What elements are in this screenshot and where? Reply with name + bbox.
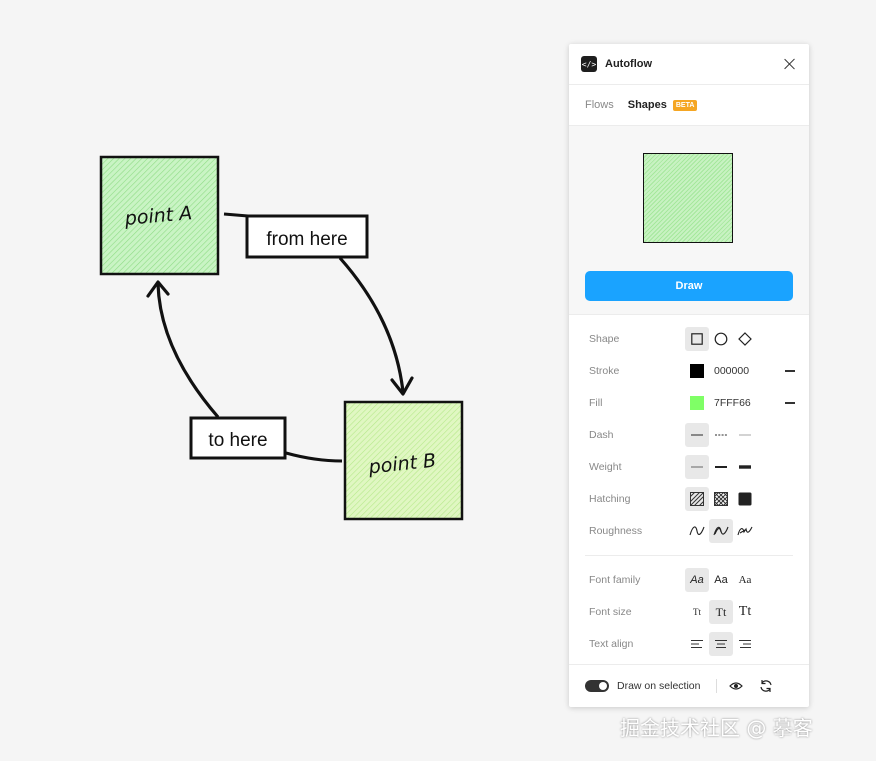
draw-button[interactable]: Draw <box>585 271 793 301</box>
circle-icon[interactable] <box>709 327 733 351</box>
shape-row: Shape <box>569 323 809 355</box>
align-right-icon[interactable] <box>733 632 757 656</box>
rough-medium-icon[interactable] <box>709 519 733 543</box>
diamond-icon[interactable] <box>733 327 757 351</box>
fill-color-swatch[interactable] <box>690 396 704 410</box>
text-align-row: Text align <box>569 628 809 660</box>
draw-on-selection-toggle[interactable] <box>585 680 609 692</box>
watermark-text: 掘金技术社区 @ 摹客 <box>620 716 813 740</box>
panel-header: </> Autoflow <box>569 44 809 85</box>
font-serif-option[interactable]: Aa <box>733 568 757 592</box>
panel-footer: Draw on selection <box>569 664 809 707</box>
node-point-a[interactable]: point A <box>99 155 220 276</box>
tab-flows[interactable]: Flows <box>585 99 614 111</box>
remove-fill-icon[interactable] <box>785 402 795 404</box>
weight-row: Weight <box>569 451 809 483</box>
eye-icon[interactable] <box>729 681 744 691</box>
shape-properties: Shape Stroke 000000 Fill 7FFF66 Dash Wei… <box>569 315 809 660</box>
font-sans-option[interactable]: Aa <box>709 568 733 592</box>
stroke-row: Stroke 000000 <box>569 355 809 387</box>
footer-divider <box>716 679 718 693</box>
hatching-label: Hatching <box>589 493 631 505</box>
solid-line-icon[interactable] <box>685 423 709 447</box>
tab-shapes[interactable]: Shapes <box>628 99 667 111</box>
tab-bar: Flows Shapes BETA <box>569 85 809 126</box>
medium-line-icon[interactable] <box>709 455 733 479</box>
dashed-line-icon[interactable] <box>709 423 733 447</box>
text-align-label: Text align <box>589 638 634 650</box>
font-size-label: Font size <box>589 606 632 618</box>
edge-b-to-a[interactable]: to here <box>146 280 343 463</box>
font-size-row: Font size Tt Tt Tt <box>569 596 809 628</box>
fill-hex-value[interactable]: 7FFF66 <box>714 397 774 409</box>
draw-on-selection-label: Draw on selection <box>617 680 701 692</box>
preview-shape <box>643 153 733 243</box>
cross-hatch-icon[interactable] <box>709 487 733 511</box>
stroke-label: Stroke <box>589 365 620 377</box>
edge-1-label: from here <box>266 229 347 250</box>
stroke-color-swatch[interactable] <box>690 364 704 378</box>
refresh-icon[interactable] <box>759 679 773 693</box>
font-family-label: Font family <box>589 574 641 586</box>
rough-low-icon[interactable] <box>685 519 709 543</box>
panel-title: Autoflow <box>605 58 653 70</box>
rough-high-icon[interactable] <box>733 519 757 543</box>
canvas[interactable]: point A point B from here to here <box>0 0 560 761</box>
font-size-large-option[interactable]: Tt <box>733 600 757 624</box>
remove-stroke-icon[interactable] <box>785 370 795 372</box>
roughness-label: Roughness <box>589 525 643 537</box>
hatch-lines-icon[interactable] <box>685 487 709 511</box>
font-family-row: Font family Aa Aa Aa <box>569 564 809 596</box>
font-size-medium-option[interactable]: Tt <box>709 600 733 624</box>
dotted-line-icon[interactable] <box>733 423 757 447</box>
fill-row: Fill 7FFF66 <box>569 387 809 419</box>
align-left-icon[interactable] <box>685 632 709 656</box>
align-center-icon[interactable] <box>709 632 733 656</box>
stroke-hex-value[interactable]: 000000 <box>714 365 774 377</box>
section-divider <box>585 555 793 556</box>
shape-preview: Draw <box>569 126 809 315</box>
dash-row: Dash <box>569 419 809 451</box>
roughness-row: Roughness <box>569 515 809 547</box>
thin-line-icon[interactable] <box>685 455 709 479</box>
beta-badge: BETA <box>672 99 698 111</box>
edge-a-to-b[interactable]: from here <box>223 212 414 396</box>
code-logo-icon: </> <box>581 56 597 72</box>
dash-label: Dash <box>589 429 614 441</box>
edge-2-label: to here <box>208 430 267 451</box>
weight-label: Weight <box>589 461 622 473</box>
thick-line-icon[interactable] <box>733 455 757 479</box>
hatching-row: Hatching <box>569 483 809 515</box>
fill-label: Fill <box>589 397 603 409</box>
font-hand-option[interactable]: Aa <box>685 568 709 592</box>
rectangle-icon[interactable] <box>685 327 709 351</box>
node-point-b[interactable]: point B <box>343 400 464 521</box>
solid-fill-icon[interactable] <box>733 487 757 511</box>
font-size-small-option[interactable]: Tt <box>685 600 709 624</box>
close-icon[interactable] <box>783 57 797 71</box>
shape-label: Shape <box>589 333 620 345</box>
autoflow-panel: </> Autoflow Flows Shapes BETA Draw Shap… <box>569 44 809 707</box>
